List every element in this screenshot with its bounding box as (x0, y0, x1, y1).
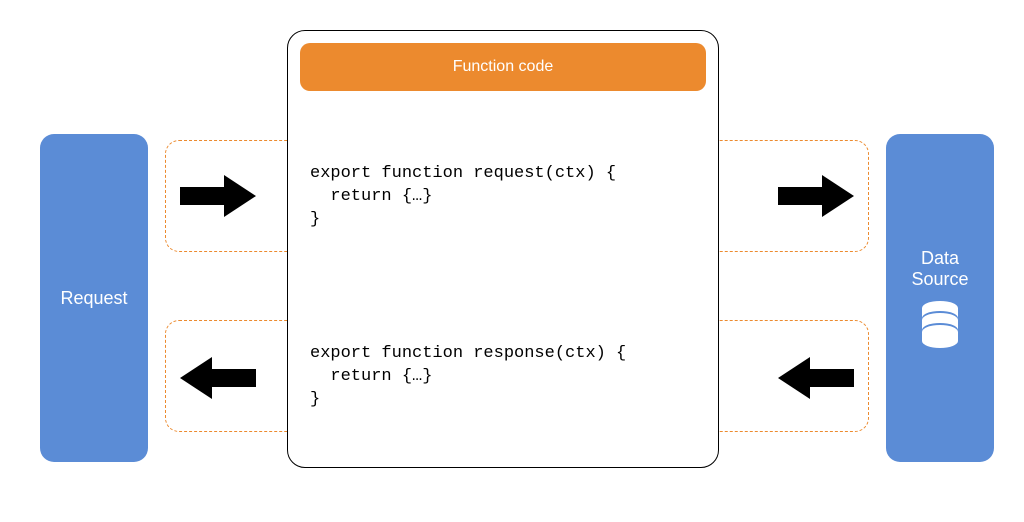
function-header: Function code (300, 43, 706, 91)
datasource-label: Data Source (911, 248, 968, 290)
datasource-line1: Data (911, 248, 968, 269)
datasource-line2: Source (911, 269, 968, 290)
arrow-left-icon (778, 357, 854, 399)
arrow-right-icon (778, 175, 854, 217)
arrow-left-icon (180, 357, 256, 399)
request-box: Request (40, 134, 148, 462)
response-code: export function response(ctx) { return {… (310, 343, 626, 412)
function-code-box: Function code export function request(ct… (287, 30, 719, 468)
request-code: export function request(ctx) { return {…… (310, 163, 616, 232)
arrow-right-icon (180, 175, 256, 217)
request-label: Request (60, 288, 127, 309)
function-header-label: Function code (453, 58, 554, 76)
datasource-box: Data Source (886, 134, 994, 462)
database-icon (918, 300, 962, 348)
